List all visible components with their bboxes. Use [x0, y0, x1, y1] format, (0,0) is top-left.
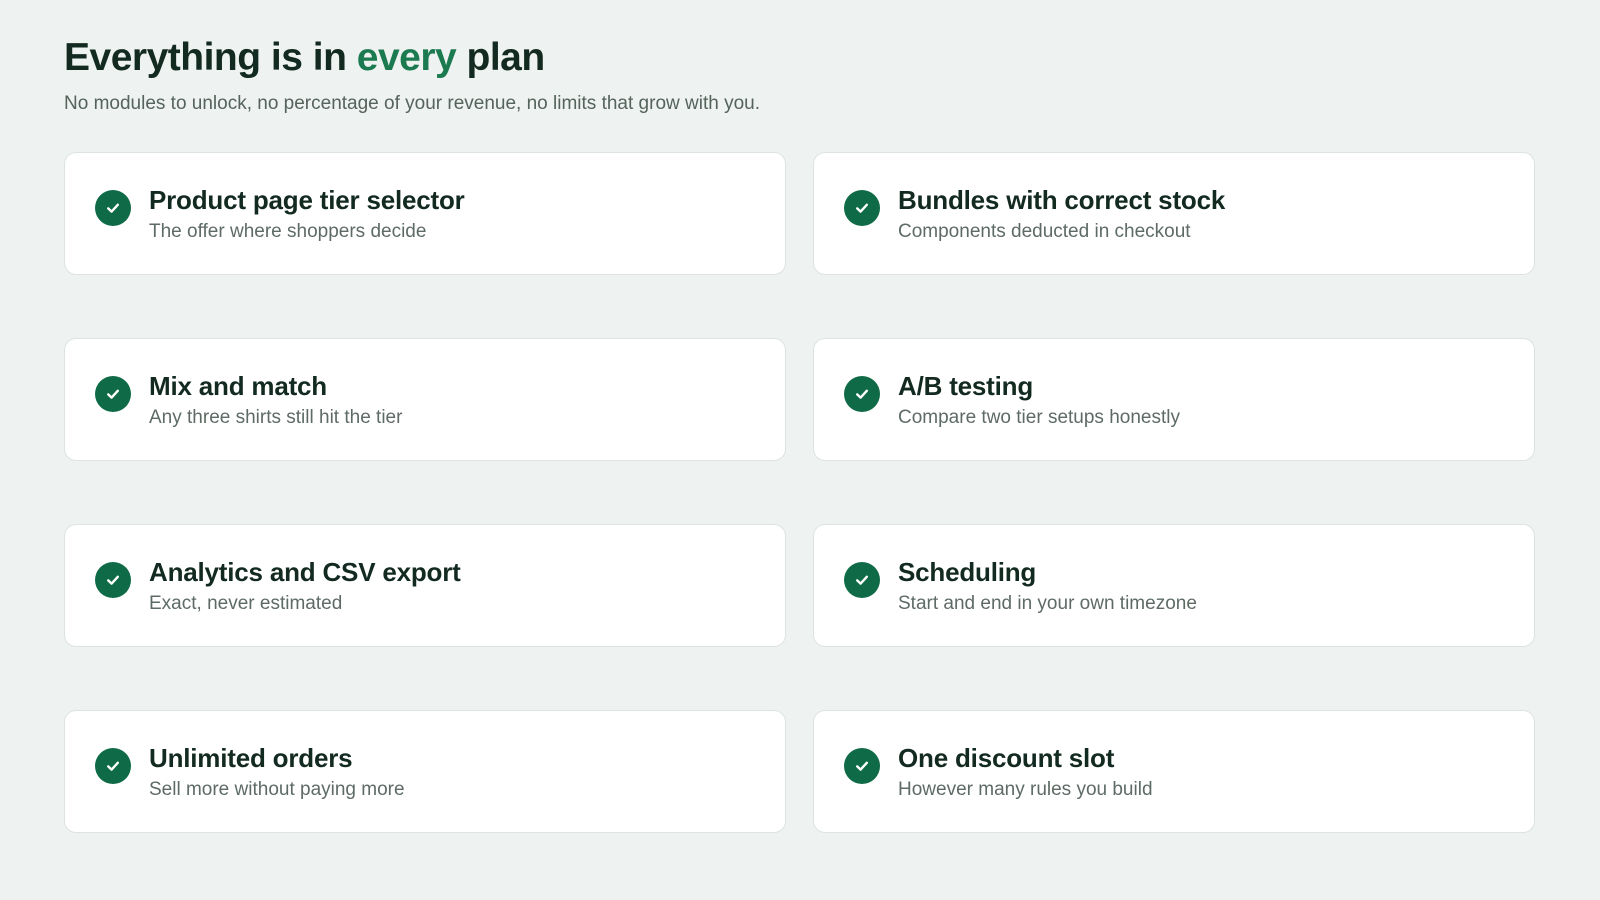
- check-circle-icon: [844, 747, 880, 784]
- feature-text: Scheduling Start and end in your own tim…: [898, 556, 1197, 616]
- feature-card-ab-testing: A/B testing Compare two tier setups hone…: [813, 338, 1535, 461]
- feature-description: Exact, never estimated: [149, 592, 343, 614]
- feature-grid: Product page tier selector The offer whe…: [64, 152, 1536, 833]
- feature-card-unlimited-orders: Unlimited orders Sell more without payin…: [64, 710, 786, 833]
- feature-description: However many rules you build: [898, 778, 1153, 800]
- feature-title: Bundles with correct stock: [898, 184, 1226, 215]
- feature-title: Product page tier selector: [149, 184, 465, 215]
- feature-text: Bundles with correct stock Components de…: [898, 184, 1225, 244]
- feature-title: Scheduling: [898, 556, 1037, 587]
- feature-text: A/B testing Compare two tier setups hone…: [898, 370, 1180, 430]
- check-circle-icon: [844, 189, 880, 226]
- check-circle-icon: [844, 375, 880, 412]
- feature-text: Analytics and CSV export Exact, never es…: [149, 556, 461, 616]
- check-circle-icon: [95, 561, 131, 598]
- feature-card-analytics-and-csv-export: Analytics and CSV export Exact, never es…: [64, 524, 786, 647]
- check-circle-icon: [95, 747, 131, 784]
- feature-description: Sell more without paying more: [149, 778, 405, 800]
- feature-text: Unlimited orders Sell more without payin…: [149, 742, 405, 802]
- feature-title: A/B testing: [898, 370, 1034, 401]
- feature-title: Mix and match: [149, 370, 327, 401]
- feature-description: Compare two tier setups honestly: [898, 406, 1180, 428]
- feature-text: Mix and match Any three shirts still hit…: [149, 370, 402, 430]
- check-circle-icon: [95, 189, 131, 226]
- page-subtitle: No modules to unlock, no percentage of y…: [64, 93, 760, 114]
- feature-card-scheduling: Scheduling Start and end in your own tim…: [813, 524, 1535, 647]
- feature-title: Analytics and CSV export: [149, 556, 461, 587]
- check-circle-icon: [844, 561, 880, 598]
- feature-card-mix-and-match: Mix and match Any three shirts still hit…: [64, 338, 786, 461]
- title-suffix: plan: [456, 36, 546, 79]
- title-accent-word: every: [356, 36, 457, 79]
- feature-description: Components deducted in checkout: [898, 220, 1191, 242]
- feature-card-one-discount-slot: One discount slot However many rules you…: [813, 710, 1535, 833]
- feature-text: Product page tier selector The offer whe…: [149, 184, 465, 244]
- feature-description: The offer where shoppers decide: [149, 220, 427, 242]
- feature-text: One discount slot However many rules you…: [898, 742, 1153, 802]
- title-prefix: Everything is in: [64, 36, 357, 79]
- check-circle-icon: [95, 375, 131, 412]
- page-title: Everything is in every plan: [64, 36, 1536, 80]
- features-page: Everything is in every plan No modules t…: [0, 0, 1600, 900]
- feature-card-bundles-with-correct-stock: Bundles with correct stock Components de…: [813, 152, 1535, 275]
- feature-description: Start and end in your own timezone: [898, 592, 1197, 614]
- feature-card-product-page-tier-selector: Product page tier selector The offer whe…: [64, 152, 786, 275]
- feature-description: Any three shirts still hit the tier: [149, 406, 403, 428]
- feature-title: Unlimited orders: [149, 742, 353, 773]
- feature-title: One discount slot: [898, 742, 1115, 773]
